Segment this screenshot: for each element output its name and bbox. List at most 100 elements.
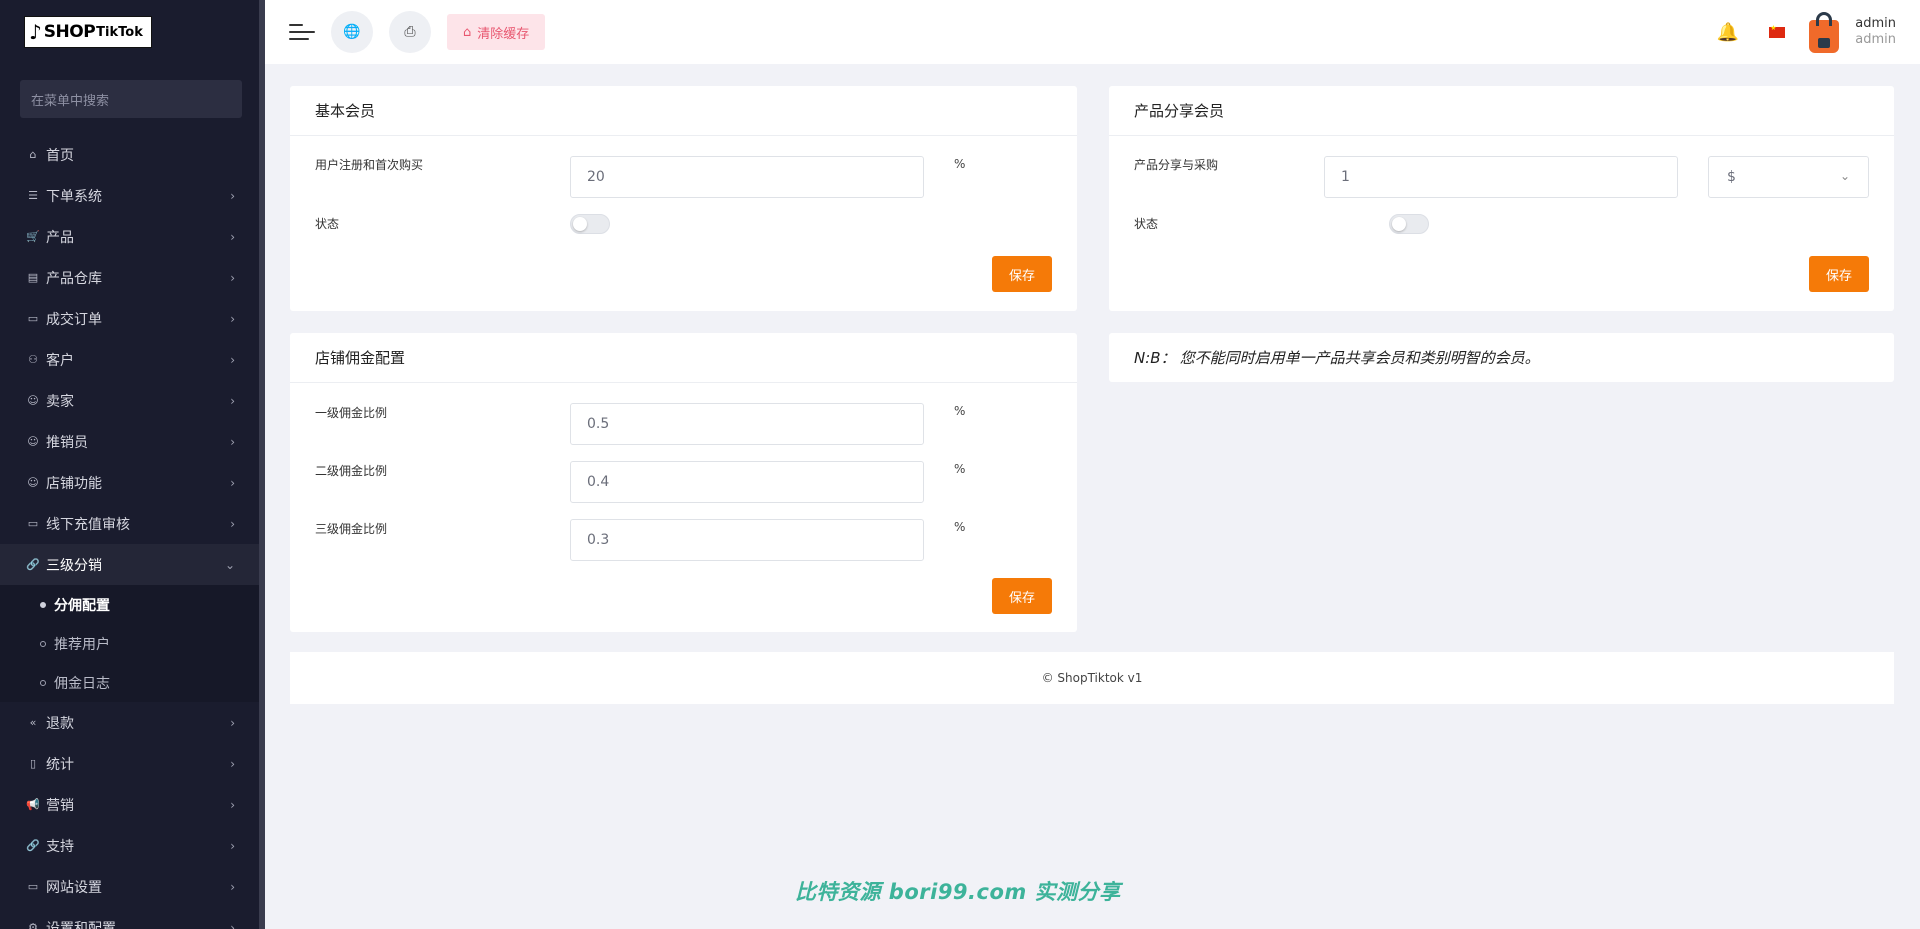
top-header: 🌐 ⎙ ⌂ 清除缓存 🔔 admin admin xyxy=(265,0,1920,64)
users-icon: ⚇ xyxy=(28,353,38,366)
chevron-down-icon: ⌄ xyxy=(1839,169,1850,183)
note-banner: N:B： 您不能同时启用单一产品共享会员和类别明智的会员。 xyxy=(1109,333,1894,382)
sidebar-item-support[interactable]: 🔗 支持 › xyxy=(0,825,265,866)
sidebar-item-order-system[interactable]: ☰ 下单系统 › xyxy=(0,175,265,216)
sidebar-item-config[interactable]: ⚙ 设置和配置 › xyxy=(0,907,265,929)
chevron-right-icon: › xyxy=(230,352,235,367)
status-toggle[interactable] xyxy=(570,214,610,234)
user-icon: ☺ xyxy=(27,394,39,407)
sidebar-menu: ⌂ 首页 ☰ 下单系统 › 🛒 产品 › ▤ 产品仓库 › ▭ 成交订单 › ⚇… xyxy=(0,134,265,929)
chevron-right-icon: › xyxy=(230,838,235,853)
product-share-card: 产品分享会员 产品分享与采购 1 $ ⌄ 状态 保存 xyxy=(1109,86,1894,311)
watermark-text: 比特资源 bori99.com 实测分享 xyxy=(795,880,1121,904)
china-flag-icon[interactable] xyxy=(1769,24,1786,38)
bag-handle xyxy=(1816,12,1833,26)
sidebar-subitem-label: 佣金日志 xyxy=(54,675,110,692)
sidebar-item-salesmen[interactable]: ☺ 推销员 › xyxy=(0,421,265,462)
currency-select[interactable]: $ ⌄ xyxy=(1708,156,1869,198)
level-2-label: 二级佣金比例 xyxy=(315,464,388,478)
level-1-label: 一级佣金比例 xyxy=(315,406,388,420)
logo[interactable]: ♪ SHOP TikTok xyxy=(24,16,152,48)
header-right: 🔔 admin admin xyxy=(1717,0,1896,64)
link-icon: 🔗 xyxy=(26,558,40,571)
bell-icon[interactable]: 🔔 xyxy=(1717,22,1739,43)
status-toggle[interactable] xyxy=(1389,214,1429,234)
sidebar-item-label: 设置和配置 xyxy=(46,920,116,929)
chevron-right-icon: › xyxy=(230,756,235,771)
globe-button[interactable]: 🌐 xyxy=(331,11,373,53)
chevron-right-icon: › xyxy=(230,311,235,326)
field-label: 用户注册和首次购买 xyxy=(315,158,424,172)
avatar[interactable] xyxy=(1807,10,1841,54)
chevron-right-icon: › xyxy=(230,475,235,490)
chevron-right-icon: › xyxy=(230,434,235,449)
logo-tiktok-text: TikTok xyxy=(96,24,143,40)
sidebar-item-label: 线下充值审核 xyxy=(46,516,130,533)
sidebar-subitem-label: 分佣配置 xyxy=(54,597,110,614)
share-purchase-input[interactable]: 1 xyxy=(1324,156,1678,198)
sidebar-item-warehouse[interactable]: ▤ 产品仓库 › xyxy=(0,257,265,298)
chevron-down-icon: ⌄ xyxy=(224,557,235,572)
sidebar-item-label: 营销 xyxy=(46,797,74,814)
menu-search-input[interactable]: 在菜单中搜索 xyxy=(20,80,242,118)
hamburger-menu-icon[interactable] xyxy=(289,22,315,42)
unit-label: % xyxy=(954,157,966,171)
commission-config-card: 店铺佣金配置 一级佣金比例 0.5 % 二级佣金比例 0.4 % 三级佣金比例 … xyxy=(290,333,1077,632)
gear-icon: ⚙ xyxy=(28,921,38,929)
level-1-rate-input[interactable]: 0.5 xyxy=(570,403,924,445)
sidebar-item-products[interactable]: 🛒 产品 › xyxy=(0,216,265,257)
sidebar-item-marketing[interactable]: 📢 营销 › xyxy=(0,784,265,825)
unit-label: % xyxy=(954,404,966,418)
sidebar-item-distribution[interactable]: 🔗 三级分销 ⌄ xyxy=(0,544,265,585)
first-purchase-rate-input[interactable]: 20 xyxy=(570,156,924,198)
sidebar-item-refunds[interactable]: « 退款 › xyxy=(0,702,265,743)
note-prefix: N:B： xyxy=(1134,349,1176,367)
chevron-right-icon: › xyxy=(230,715,235,730)
chevron-right-icon: › xyxy=(230,879,235,894)
sidebar-item-shop-functions[interactable]: ☺ 店铺功能 › xyxy=(0,462,265,503)
clear-cache-button[interactable]: ⌂ 清除缓存 xyxy=(447,14,546,50)
level-2-rate-input[interactable]: 0.4 xyxy=(570,461,924,503)
unit-label: % xyxy=(954,462,966,476)
sidebar-item-site-settings[interactable]: ▭ 网站设置 › xyxy=(0,866,265,907)
user-info[interactable]: admin admin xyxy=(1855,16,1896,48)
list-icon: ☰ xyxy=(28,189,38,202)
sidebar-item-home[interactable]: ⌂ 首页 xyxy=(0,134,265,175)
sidebar-item-label: 成交订单 xyxy=(46,311,102,328)
sidebar-scrollbar[interactable] xyxy=(259,0,265,929)
footer-text: © ShopTiktok v1 xyxy=(1041,671,1143,685)
sidebar-item-label: 网站设置 xyxy=(46,879,102,896)
house-icon xyxy=(1818,38,1831,48)
sidebar: ♪ SHOP TikTok 在菜单中搜索 ⌂ 首页 ☰ 下单系统 › 🛒 产品 … xyxy=(0,0,265,929)
sidebar-subitem-commission-log[interactable]: 佣金日志 xyxy=(0,663,265,702)
rewind-icon: « xyxy=(29,716,37,729)
sidebar-item-sellers[interactable]: ☺ 卖家 › xyxy=(0,380,265,421)
save-button[interactable]: 保存 xyxy=(992,578,1052,614)
sidebar-item-statistics[interactable]: ▯ 统计 › xyxy=(0,743,265,784)
sidebar-item-offline-recharge[interactable]: ▭ 线下充值审核 › xyxy=(0,503,265,544)
link-icon: 🔗 xyxy=(26,839,40,852)
bullet-icon xyxy=(40,601,46,608)
status-label: 状态 xyxy=(315,217,340,231)
sidebar-subitem-commission-config[interactable]: 分佣配置 xyxy=(0,585,265,624)
print-icon: ⎙ xyxy=(404,24,416,40)
sidebar-subitem-referred-users[interactable]: 推荐用户 xyxy=(0,624,265,663)
save-button[interactable]: 保存 xyxy=(992,256,1052,292)
inbox-icon: ⌂ xyxy=(463,24,472,40)
unit-label: % xyxy=(954,520,966,534)
sidebar-item-label: 统计 xyxy=(46,756,74,773)
sidebar-item-customers[interactable]: ⚇ 客户 › xyxy=(0,339,265,380)
chevron-right-icon: › xyxy=(230,229,235,244)
print-button[interactable]: ⎙ xyxy=(389,11,431,53)
user-role: admin xyxy=(1855,32,1896,47)
chevron-right-icon: › xyxy=(230,188,235,203)
save-button[interactable]: 保存 xyxy=(1809,256,1869,292)
sidebar-item-orders[interactable]: ▭ 成交订单 › xyxy=(0,298,265,339)
chevron-right-icon: › xyxy=(230,920,235,929)
level-3-rate-input[interactable]: 0.3 xyxy=(570,519,924,561)
ticket-icon: ▭ xyxy=(27,312,39,325)
note-text: 您不能同时启用单一产品共享会员和类别明智的会员。 xyxy=(1179,349,1540,367)
user-icon: ☺ xyxy=(27,476,39,489)
card-icon: ▭ xyxy=(27,517,39,530)
card-title: 产品分享会员 xyxy=(1109,86,1894,136)
